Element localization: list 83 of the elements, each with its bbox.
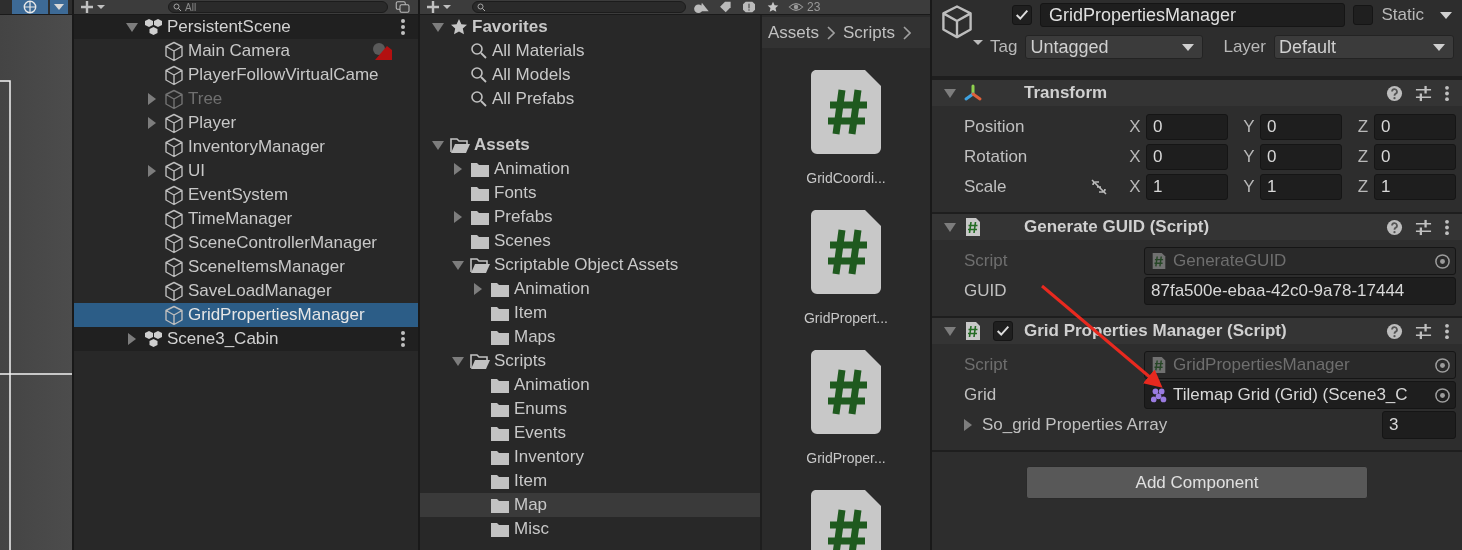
breadcrumb-link[interactable]: Scripts (843, 22, 895, 43)
file-name: GridProper... (806, 450, 886, 466)
scene-item[interactable]: Scene3_Cabin (74, 327, 418, 351)
favorites-item[interactable]: Favorites (420, 15, 760, 39)
hierarchy-item[interactable]: Player (74, 111, 418, 135)
folder-item[interactable]: Maps (420, 325, 760, 349)
scene-item[interactable]: PersistentScene (74, 15, 418, 39)
component-title: Transform (1024, 83, 1108, 103)
add-component-button[interactable]: Add Component (1026, 466, 1368, 499)
number-field[interactable]: 0 (1260, 144, 1342, 170)
axis-label: Y (1242, 147, 1256, 167)
tag-dropdown[interactable]: Untagged (1025, 35, 1204, 59)
folder-item[interactable]: Events (420, 421, 760, 445)
folder-item[interactable]: Animation (420, 157, 760, 181)
number-field[interactable]: 0 (1146, 114, 1228, 140)
axis-label: Y (1242, 117, 1256, 137)
name-field[interactable]: GridPropertiesManager (1040, 3, 1346, 27)
component-header[interactable]: Transform (932, 78, 1462, 106)
component-header[interactable]: Generate GUID (Script) (932, 212, 1462, 240)
axis-label: Z (1356, 117, 1370, 137)
hierarchy-item[interactable]: SceneControllerManager (74, 231, 418, 255)
hierarchy-item[interactable]: GridPropertiesManager (74, 303, 418, 327)
favorites-item[interactable]: All Models (420, 63, 760, 87)
hierarchy-item[interactable]: SaveLoadManager (74, 279, 418, 303)
static-label: Static (1381, 5, 1424, 25)
folder-item[interactable]: Scenes (420, 229, 760, 253)
hierarchy-item[interactable]: Main Camera (74, 39, 418, 63)
number-field[interactable]: 1 (1260, 174, 1342, 200)
property-label: Position (964, 117, 1026, 137)
number-field[interactable]: 1 (1146, 174, 1228, 200)
hierarchy-item[interactable]: PlayerFollowVirtualCame (74, 63, 418, 87)
property-label: So_grid Properties Array (982, 415, 1168, 435)
favorites-item[interactable]: All Prefabs (420, 87, 760, 111)
file-name: GridPropert... (804, 310, 888, 326)
object-field: GridPropertiesManager (1144, 351, 1456, 379)
favorites-item[interactable]: All Materials (420, 39, 760, 63)
property-label: Scale (964, 177, 1008, 197)
hierarchy-item[interactable]: InventoryManager (74, 135, 418, 159)
axis-label: Z (1356, 147, 1370, 167)
property-label: Script (964, 251, 1009, 271)
number-field[interactable]: 0 (1260, 114, 1342, 140)
hierarchy-item[interactable]: UI (74, 159, 418, 183)
folder-item[interactable]: Prefabs (420, 205, 760, 229)
visibility-button[interactable]: 23 (788, 0, 821, 14)
search-field[interactable]: All (168, 1, 388, 13)
folder-item[interactable]: Scripts (420, 349, 760, 373)
layer-label: Layer (1223, 37, 1266, 57)
axis-label: X (1128, 117, 1142, 137)
folder-item[interactable]: Item (420, 301, 760, 325)
folder-item[interactable]: Animation (420, 373, 760, 397)
property-label: Grid (964, 385, 998, 405)
axis-label: X (1128, 147, 1142, 167)
folder-item[interactable]: Scriptable Object Assets (420, 253, 760, 277)
folder-item[interactable]: Misc (420, 517, 760, 541)
number-field[interactable]: 1 (1374, 174, 1456, 200)
folder-item[interactable]: Map (420, 493, 760, 517)
axis-label: X (1128, 177, 1142, 197)
folder-item[interactable]: Fonts (420, 181, 760, 205)
layer-dropdown[interactable]: Default (1273, 35, 1454, 59)
tag-label: Tag (990, 37, 1018, 57)
property-label: Rotation (964, 147, 1029, 167)
hierarchy-item[interactable]: SceneItemsManager (74, 255, 418, 279)
number-field[interactable]: 0 (1146, 144, 1228, 170)
hierarchy-item[interactable]: TimeManager (74, 207, 418, 231)
number-field[interactable]: 0 (1374, 114, 1456, 140)
axis-label: Y (1242, 177, 1256, 197)
number-field[interactable]: 0 (1374, 144, 1456, 170)
object-field[interactable]: Tilemap Grid (Grid) (Scene3_C (1144, 381, 1456, 409)
property-label: Script (964, 355, 1009, 375)
component-title: Generate GUID (Script) (1024, 217, 1210, 237)
count-field[interactable]: 3 (1382, 411, 1456, 439)
folder-item[interactable]: Item (420, 469, 760, 493)
object-field: GenerateGUID (1144, 247, 1456, 275)
property-label: GUID (964, 281, 1008, 301)
breadcrumb-link[interactable]: Assets (768, 22, 820, 43)
file-name: GridCoordi... (806, 170, 886, 186)
folder-item[interactable]: Enums (420, 397, 760, 421)
text-field[interactable]: 87fa500e-ebaa-42c0-9a78-17444 (1144, 277, 1456, 305)
hierarchy-item[interactable]: EventSystem (74, 183, 418, 207)
folder-item[interactable]: Animation (420, 277, 760, 301)
folder-item[interactable]: Inventory (420, 445, 760, 469)
folder-item[interactable]: Assets (420, 133, 760, 157)
axis-label: Z (1356, 177, 1370, 197)
